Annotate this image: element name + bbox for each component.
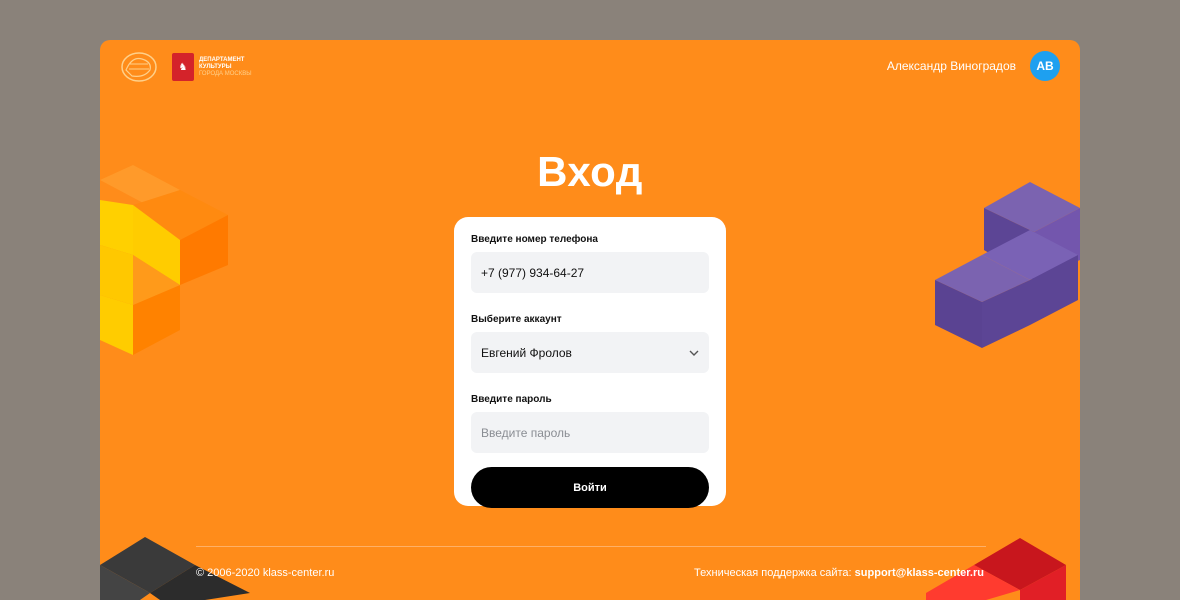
department-logo[interactable]: ♞ ДЕПАРТАМЕНТ КУЛЬТУРЫ ГОРОДА МОСКВЫ: [172, 53, 252, 81]
phone-value: +7 (977) 934-64-27: [481, 265, 585, 280]
dept-line-3: ГОРОДА МОСКВЫ: [199, 70, 252, 77]
avatar[interactable]: AB: [1030, 51, 1060, 81]
footer-divider: [196, 546, 986, 547]
user-name[interactable]: Александр Виноградов: [887, 59, 1016, 73]
account-value: Евгений Фролов: [481, 345, 572, 360]
password-placeholder: Введите пароль: [481, 425, 571, 440]
account-select[interactable]: Евгений Фролов: [471, 332, 709, 373]
phone-label: Введите номер телефона: [471, 234, 598, 245]
page-title: Вход: [537, 148, 643, 195]
klass-center-logo[interactable]: [120, 50, 158, 84]
support-email-link[interactable]: support@klass-center.ru: [855, 567, 984, 579]
moscow-emblem-icon: ♞: [172, 53, 194, 81]
account-label: Выберите аккаунт: [471, 314, 562, 325]
header-logos: ♞ ДЕПАРТАМЕНТ КУЛЬТУРЫ ГОРОДА МОСКВЫ: [120, 50, 252, 84]
chevron-down-icon: [689, 350, 699, 356]
password-field[interactable]: Введите пароль: [471, 412, 709, 453]
dept-line-2: КУЛЬТУРЫ: [199, 63, 232, 70]
login-button[interactable]: Войти: [471, 467, 709, 508]
login-card: Введите номер телефона +7 (977) 934-64-2…: [454, 217, 726, 508]
phone-field[interactable]: +7 (977) 934-64-27: [471, 252, 709, 293]
password-label: Введите пароль: [471, 394, 552, 405]
support-label: Техническая поддержка сайта:: [694, 567, 852, 579]
department-logo-text: ДЕПАРТАМЕНТ КУЛЬТУРЫ ГОРОДА МОСКВЫ: [199, 57, 252, 78]
user-menu[interactable]: Александр Виноградов AB: [887, 51, 1060, 81]
copyright-text: © 2006-2020 klass-center.ru: [196, 567, 335, 579]
app-window: ♞ ДЕПАРТАМЕНТ КУЛЬТУРЫ ГОРОДА МОСКВЫ Але…: [100, 40, 1080, 600]
decorative-cubes-right: [935, 182, 1080, 348]
support-info: Техническая поддержка сайта: support@kla…: [694, 567, 984, 579]
dept-line-1: ДЕПАРТАМЕНТ: [199, 56, 245, 63]
